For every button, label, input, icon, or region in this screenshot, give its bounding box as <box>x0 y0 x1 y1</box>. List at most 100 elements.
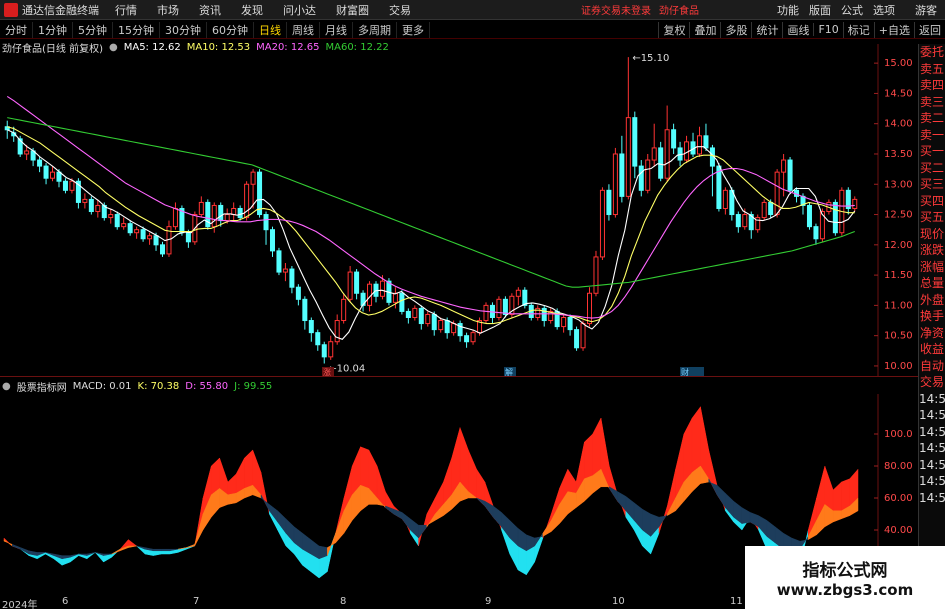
candle-body <box>671 129 677 149</box>
menu-quotes[interactable]: 行情 <box>115 2 137 18</box>
candle-body <box>606 189 612 216</box>
right-panel-item[interactable]: 买一 <box>919 143 945 160</box>
right-panel-item[interactable]: 14:56 <box>919 407 945 424</box>
candle-body <box>237 207 243 219</box>
right-panel-item[interactable]: 卖四 <box>919 77 945 94</box>
price-tick-label: 13.50 <box>884 149 913 160</box>
candle-body <box>541 307 547 322</box>
tab-back[interactable]: 返回 <box>914 21 945 38</box>
candle-body <box>451 323 457 334</box>
right-panel-item[interactable]: 14:56 <box>919 424 945 441</box>
candle-body <box>282 268 288 273</box>
jk-band <box>161 550 171 555</box>
right-panel-item[interactable]: 卖一 <box>919 127 945 144</box>
right-panel-item[interactable]: 买五 <box>919 209 945 226</box>
right-panel-item[interactable]: 卖五 <box>919 61 945 78</box>
right-panel-item[interactable]: 净资 <box>919 325 945 342</box>
right-panel-item[interactable]: 收益 <box>919 341 945 358</box>
tab-add-watchlist[interactable]: +自选 <box>873 21 914 38</box>
menu-layout[interactable]: 版面 <box>809 2 831 18</box>
tab-adjust[interactable]: 复权 <box>658 21 689 38</box>
right-panel-item[interactable]: 卖二 <box>919 110 945 127</box>
right-panel-item[interactable]: 外盘 <box>919 292 945 309</box>
login-warning[interactable]: 证券交易未登录 <box>581 2 651 17</box>
right-panel-item[interactable]: 14:56 <box>919 391 945 408</box>
menu-formula[interactable]: 公式 <box>841 2 863 18</box>
menu-news[interactable]: 资讯 <box>199 2 221 18</box>
tab-15min[interactable]: 15分钟 <box>113 21 160 38</box>
right-panel-item[interactable]: 涨跌 <box>919 242 945 259</box>
x-tick-nov: 11 <box>730 596 743 607</box>
guest-button[interactable]: 游客 <box>915 2 937 18</box>
jk-band <box>128 539 138 547</box>
kd-band <box>360 484 370 512</box>
tab-draw[interactable]: 画线 <box>782 21 813 38</box>
right-panel-item[interactable]: 14:56 <box>919 440 945 457</box>
menu-wealth[interactable]: 财富圈 <box>336 2 369 18</box>
tab-intraday[interactable]: 分时 <box>0 21 33 38</box>
tab-mark[interactable]: 标记 <box>842 21 874 38</box>
candle-body <box>321 344 327 358</box>
right-panel-item[interactable]: 现价 <box>919 226 945 243</box>
right-panel-item[interactable]: 委托 <box>919 44 945 61</box>
candle-body <box>147 235 153 240</box>
indicator-tick-label: 40.00 <box>884 525 913 536</box>
right-panel-item[interactable]: 14:56 <box>919 457 945 474</box>
period-tab-bar: 分时 1分钟 5分钟 15分钟 30分钟 60分钟 日线 周线 月线 多周期 更… <box>0 21 945 39</box>
right-panel-item[interactable]: 14:56 <box>919 473 945 490</box>
right-panel-item[interactable]: 交易 <box>919 374 945 391</box>
x-tick-aug: 8 <box>340 596 347 607</box>
right-panel-item[interactable]: 卖三 <box>919 94 945 111</box>
event-marker-unlock[interactable]: 解 <box>505 367 513 376</box>
tab-weekly[interactable]: 周线 <box>287 21 320 38</box>
tab-more[interactable]: 更多 <box>397 21 430 38</box>
tab-1min[interactable]: 1分钟 <box>33 21 73 38</box>
menu-market[interactable]: 市场 <box>157 2 179 18</box>
right-panel-item[interactable]: 14:56 <box>919 490 945 507</box>
d-value: D: 55.80 <box>185 380 229 392</box>
indicator-dot-icon[interactable]: ● <box>2 381 11 392</box>
menu-function[interactable]: 功能 <box>777 2 799 18</box>
kd-band <box>832 510 842 523</box>
tab-f10[interactable]: F10 <box>813 23 842 36</box>
ma5-line <box>7 129 856 340</box>
candle-body <box>438 320 444 331</box>
tab-monthly[interactable]: 月线 <box>320 21 353 38</box>
right-panel-item[interactable]: 换手 <box>919 308 945 325</box>
tab-multi-stock[interactable]: 多股 <box>720 21 751 38</box>
candle-body <box>211 204 217 228</box>
menu-options[interactable]: 选项 <box>873 2 895 18</box>
candle-body <box>69 180 75 191</box>
panel-divider <box>0 376 918 377</box>
event-marker-rise[interactable]: 涨 <box>323 367 331 376</box>
candle-body <box>781 159 787 173</box>
candle-body <box>625 117 631 197</box>
tab-overlay[interactable]: 叠加 <box>689 21 720 38</box>
candle-body <box>295 286 301 300</box>
kd-band <box>128 545 137 548</box>
menu-discover[interactable]: 发现 <box>241 2 263 18</box>
candle-body <box>496 298 502 318</box>
candle-body <box>108 214 114 219</box>
menu-ask[interactable]: 问小达 <box>283 2 316 18</box>
tab-multi-period[interactable]: 多周期 <box>353 21 397 38</box>
tab-5min[interactable]: 5分钟 <box>73 21 113 38</box>
candle-body <box>703 135 709 149</box>
right-panel-item[interactable]: 买四 <box>919 193 945 210</box>
jk-band <box>691 406 701 473</box>
tab-30min[interactable]: 30分钟 <box>160 21 207 38</box>
candle-body <box>813 226 819 240</box>
tab-daily[interactable]: 日线 <box>254 21 287 38</box>
candle-body <box>696 135 702 155</box>
kd-band <box>658 513 668 528</box>
tab-60min[interactable]: 60分钟 <box>207 21 254 38</box>
right-panel-item[interactable]: 买三 <box>919 176 945 193</box>
price-chart[interactable]: 15.00 14.50 14.00 13.50 13.00 12.50 12.00 11.50… <box>0 44 918 376</box>
right-panel-item[interactable]: 自动 <box>919 358 945 375</box>
right-panel-item[interactable]: 总量 <box>919 275 945 292</box>
right-panel-item[interactable]: 买二 <box>919 160 945 177</box>
event-marker-finance[interactable]: 财 <box>681 367 689 376</box>
tab-statistics[interactable]: 统计 <box>751 21 782 38</box>
right-panel-item[interactable]: 涨幅 <box>919 259 945 276</box>
menu-trade[interactable]: 交易 <box>389 2 411 18</box>
